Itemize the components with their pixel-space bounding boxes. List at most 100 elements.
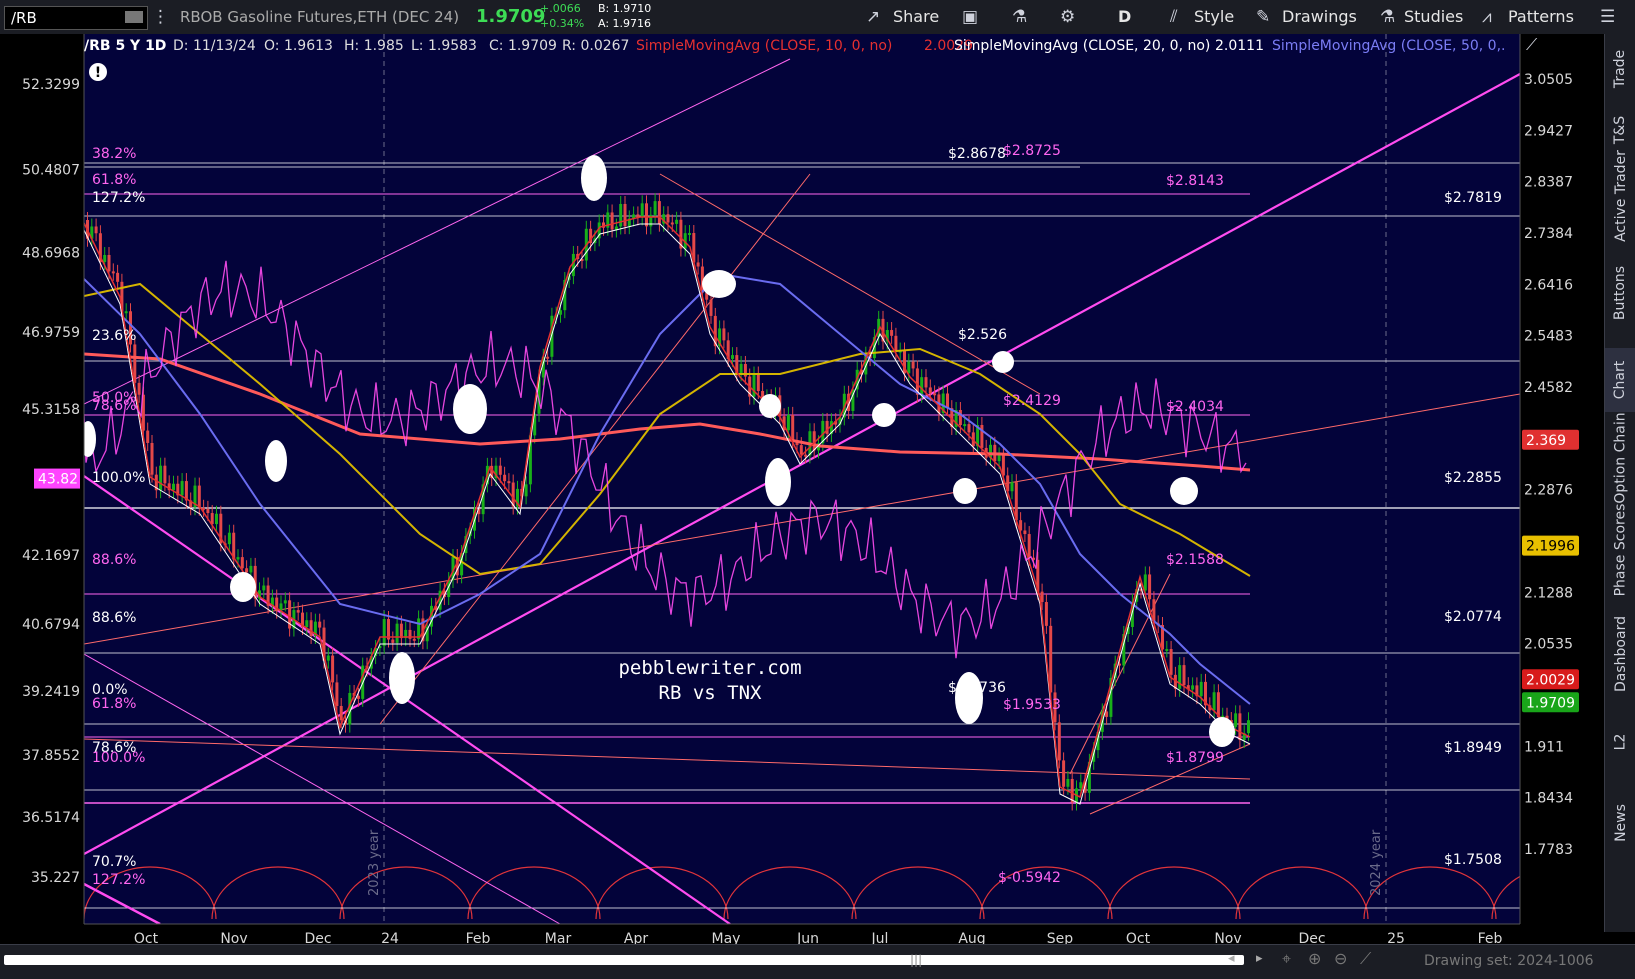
candle-body	[180, 481, 184, 496]
sidebar-tab-trade[interactable]: Trade	[1605, 34, 1635, 104]
sidebar-tab-chart[interactable]: Chart	[1605, 348, 1635, 412]
crosshair-icon[interactable]: ⌖	[1282, 949, 1291, 969]
year-marker: 2024 year	[1369, 829, 1384, 896]
candle-body	[619, 203, 623, 227]
price-badge-text: 2.0029	[1526, 672, 1575, 688]
x-axis-tick: 24	[381, 931, 399, 944]
flask-studies-icon[interactable]: ⚗	[1380, 0, 1395, 34]
style-button[interactable]: Style	[1194, 0, 1234, 34]
x-axis-tick: Jul	[871, 931, 889, 944]
candle-body	[1247, 720, 1250, 734]
candle-body	[94, 226, 98, 234]
candle-body	[146, 430, 150, 443]
watermark-line1: pebblewriter.com	[618, 657, 801, 679]
candle-body	[752, 374, 756, 397]
fib-label: 78.6%	[92, 398, 136, 414]
candle-body	[670, 222, 674, 225]
change-pct: +0.34%	[540, 17, 585, 30]
candle-body	[963, 424, 967, 427]
sidebar-tab-l2[interactable]: L2	[1605, 710, 1635, 774]
pencil-icon[interactable]: ✎	[1256, 0, 1270, 34]
draw-tool-icon[interactable]: ⟋	[1526, 35, 1538, 54]
marker-ellipse	[759, 394, 781, 418]
fib-label: 100.0%	[92, 470, 145, 486]
candle-body	[240, 557, 244, 569]
scroll-right-icon[interactable]: ▸	[1256, 951, 1263, 966]
right-axis-tick: 2.6416	[1524, 277, 1573, 293]
flask-icon[interactable]: ⚗	[1012, 0, 1027, 34]
ohlc-high: H: 1.985	[344, 38, 404, 54]
left-axis-tick: 48.6968	[22, 245, 80, 261]
scroll-grip-icon[interactable]: |||	[910, 953, 922, 967]
fib-label: 23.6%	[92, 328, 136, 344]
drawings-button[interactable]: Drawings	[1282, 0, 1357, 34]
candle-body	[756, 374, 760, 392]
chevron-down-icon[interactable]	[125, 11, 143, 23]
left-axis-tick: 37.8552	[22, 748, 80, 764]
symbol-text: /RB	[11, 9, 37, 27]
patterns-button[interactable]: Patterns	[1508, 0, 1574, 34]
candle-body	[124, 311, 128, 314]
candle-body	[1105, 711, 1109, 717]
zoom-in-icon[interactable]: ⊕	[1308, 949, 1321, 968]
period-button[interactable]: D	[1118, 0, 1131, 34]
candle-body	[799, 445, 803, 455]
candle-body	[1212, 692, 1216, 711]
candle-body	[928, 387, 932, 394]
candle-body	[305, 620, 309, 628]
marker-ellipse	[872, 403, 896, 427]
candle-body	[1066, 778, 1070, 787]
zoom-out-icon[interactable]: ⊖	[1334, 949, 1347, 968]
right-axis-tick: 2.5483	[1524, 329, 1573, 345]
marker-ellipse	[992, 351, 1014, 373]
patterns-icon[interactable]: ⩘	[1482, 0, 1492, 34]
candle-body	[1057, 722, 1061, 761]
layout-icon[interactable]: ▣	[962, 0, 978, 34]
candle-body	[1044, 602, 1048, 626]
sidebar-tab-label: Dashboard	[1612, 616, 1629, 692]
candle-body	[197, 485, 201, 508]
right-axis-tick: 2.7384	[1524, 226, 1573, 242]
left-axis-tick: 36.5174	[22, 810, 80, 826]
sidebar-tab-t-s[interactable]: T&S	[1605, 112, 1635, 148]
right-sidebar: Trade T&S Active Trader Buttons Chart Option …	[1604, 34, 1635, 932]
sidebar-tab-option-chain[interactable]: Option Chain	[1605, 412, 1635, 503]
candle-body	[924, 377, 928, 388]
symbol-input[interactable]: /RB	[4, 6, 148, 30]
sidebar-tab-label: Option Chain	[1612, 412, 1629, 504]
candle-body	[498, 465, 502, 475]
marker-ellipse	[581, 155, 607, 201]
marker-ellipse	[230, 572, 256, 602]
draw-line-icon[interactable]: ⟋	[1360, 949, 1371, 969]
candle-body	[339, 705, 343, 721]
share-icon[interactable]: ↗	[866, 0, 880, 34]
marker-ellipse	[265, 440, 287, 482]
year-marker: 2023 year	[367, 829, 382, 896]
sidebar-tab-active-trader[interactable]: Active Trader	[1605, 150, 1635, 242]
fib-label: 70.7%	[92, 854, 136, 870]
sidebar-tab-dashboard[interactable]: Dashboard	[1605, 604, 1635, 704]
candle-body	[172, 483, 175, 491]
link-icon[interactable]: ⋮	[152, 0, 169, 34]
candle-body	[911, 361, 915, 369]
x-axis-tick: Feb	[1478, 931, 1503, 944]
left-axis-tick: 52.3299	[22, 77, 80, 93]
chart-area[interactable]: 38.2% 61.8% 127.2% 23.6% 50.0% 78.6% 100.0% 88.…	[0, 34, 1604, 947]
sidebar-tab-news[interactable]: News	[1605, 782, 1635, 864]
candle-body	[1010, 482, 1014, 492]
price-level-label: $1.9736	[948, 680, 1006, 696]
studies-button[interactable]: Studies	[1404, 0, 1463, 34]
gear-icon[interactable]: ⚙	[1060, 0, 1075, 34]
scroll-left-icon[interactable]: ◂	[1228, 951, 1235, 966]
sidebar-tab-phase-scores[interactable]: Phase Scores	[1605, 502, 1635, 598]
sidebar-tab-buttons[interactable]: Buttons	[1605, 244, 1635, 342]
price-chart[interactable]: 38.2%61.8%127.2%23.6%50.0%78.6%100.0%88.…	[0, 34, 1604, 947]
candle-body	[331, 655, 335, 683]
candle-body	[399, 623, 403, 639]
candle-body	[245, 568, 249, 573]
share-button[interactable]: Share	[893, 0, 939, 34]
left-badge-text: 43.82	[38, 472, 78, 488]
candle-icon[interactable]: ⫽	[1170, 0, 1178, 34]
menu-icon[interactable]: ☰	[1600, 0, 1615, 34]
scroll-track[interactable]	[4, 955, 1244, 965]
